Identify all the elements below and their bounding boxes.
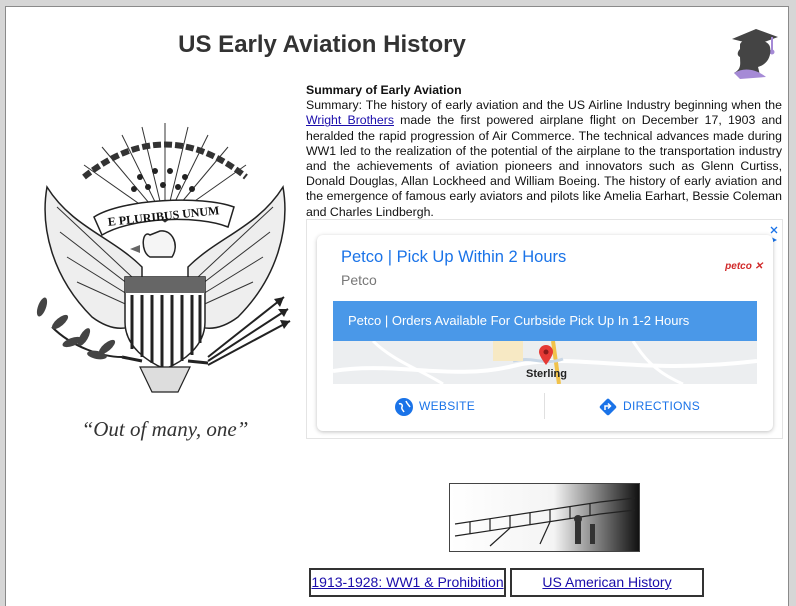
ad-banner-text: Petco | Orders Available For Curbside Pi… bbox=[348, 313, 690, 328]
great-seal-image: E PLURIBUS UNUM “Out of many, one” bbox=[22, 117, 308, 447]
advertiser-logo-text: petco bbox=[725, 261, 752, 272]
seal-motto: “Out of many, one” bbox=[81, 417, 249, 441]
summary-text-start: Summary: The history of early aviation a… bbox=[306, 98, 782, 113]
ad-card[interactable]: Petco | Pick Up Within 2 Hours Petco pet… bbox=[317, 235, 773, 431]
ad-advertiser: Petco bbox=[341, 272, 377, 288]
globe-icon bbox=[395, 398, 413, 416]
summary-heading: Summary of Early Aviation bbox=[306, 83, 462, 97]
summary-section: Summary of Early Aviation Summary: The h… bbox=[306, 83, 782, 220]
website-label: WEBSITE bbox=[419, 399, 476, 414]
directions-icon bbox=[599, 398, 617, 416]
ad-unit[interactable]: Petco | Pick Up Within 2 Hours Petco pet… bbox=[306, 219, 783, 439]
prev-page-button[interactable]: 1913-1928: WW1 & Prohibition bbox=[309, 568, 506, 597]
page-title: US Early Aviation History bbox=[178, 31, 466, 58]
ad-banner[interactable]: Petco | Orders Available For Curbside Pi… bbox=[333, 301, 757, 341]
next-page-button[interactable]: US American History bbox=[510, 568, 704, 597]
map-label: Sterling bbox=[526, 368, 567, 380]
ad-close-icon[interactable] bbox=[770, 226, 778, 234]
summary-text-end: made the first powered airplane flight o… bbox=[306, 113, 783, 219]
wright-flyer-image bbox=[449, 483, 640, 552]
ad-map[interactable]: Sterling bbox=[333, 341, 757, 384]
map-pin-icon bbox=[539, 345, 553, 365]
page-container: US Early Aviation History E PLURIBUS UNU… bbox=[5, 6, 789, 606]
directions-button[interactable]: DIRECTIONS bbox=[599, 398, 700, 416]
logo-bird-icon: ✕ bbox=[751, 261, 763, 272]
action-divider bbox=[544, 393, 545, 419]
wright-brothers-link[interactable]: Wright Brothers bbox=[306, 113, 394, 127]
ad-actions: WEBSITE DIRECTIONS bbox=[317, 390, 773, 430]
advertiser-logo: petco ✕ bbox=[725, 261, 763, 272]
ad-headline[interactable]: Petco | Pick Up Within 2 Hours bbox=[341, 248, 566, 267]
directions-label: DIRECTIONS bbox=[623, 399, 701, 414]
website-button[interactable]: WEBSITE bbox=[395, 398, 475, 416]
graduate-icon[interactable] bbox=[726, 17, 780, 79]
